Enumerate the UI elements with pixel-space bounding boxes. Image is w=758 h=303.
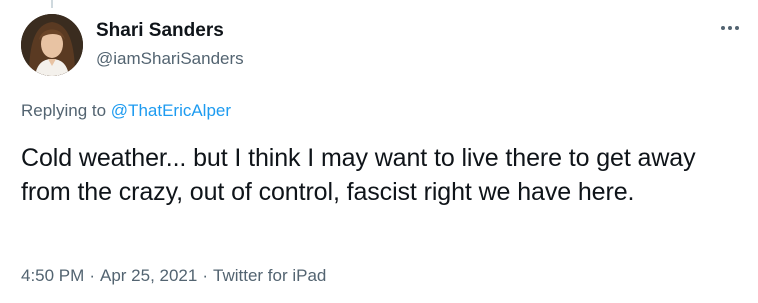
more-options-button[interactable] bbox=[716, 16, 744, 40]
replying-to: Replying to @ThatEricAlper bbox=[21, 101, 231, 121]
tweet-card: Shari Sanders @iamShariSanders Replying … bbox=[0, 0, 758, 303]
avatar[interactable] bbox=[21, 14, 83, 76]
avatar-image bbox=[21, 14, 83, 76]
more-horizontal-icon bbox=[721, 26, 739, 30]
reply-mention-link[interactable]: @ThatEricAlper bbox=[111, 101, 231, 120]
tweet-text: Cold weather... but I think I may want t… bbox=[21, 144, 696, 206]
author-name[interactable]: Shari Sanders bbox=[96, 20, 224, 42]
tweet-source[interactable]: Twitter for iPad bbox=[213, 266, 326, 285]
tweet-metadata: 4:50 PM · Apr 25, 2021 · Twitter for iPad bbox=[21, 266, 326, 286]
meta-separator: · bbox=[202, 266, 209, 285]
tweet-time[interactable]: 4:50 PM bbox=[21, 266, 84, 285]
tweet-date[interactable]: Apr 25, 2021 bbox=[100, 266, 197, 285]
thread-connector bbox=[51, 0, 53, 8]
meta-separator: · bbox=[89, 266, 95, 285]
author-handle[interactable]: @iamShariSanders bbox=[96, 49, 244, 69]
replying-to-label: Replying to bbox=[21, 101, 107, 120]
